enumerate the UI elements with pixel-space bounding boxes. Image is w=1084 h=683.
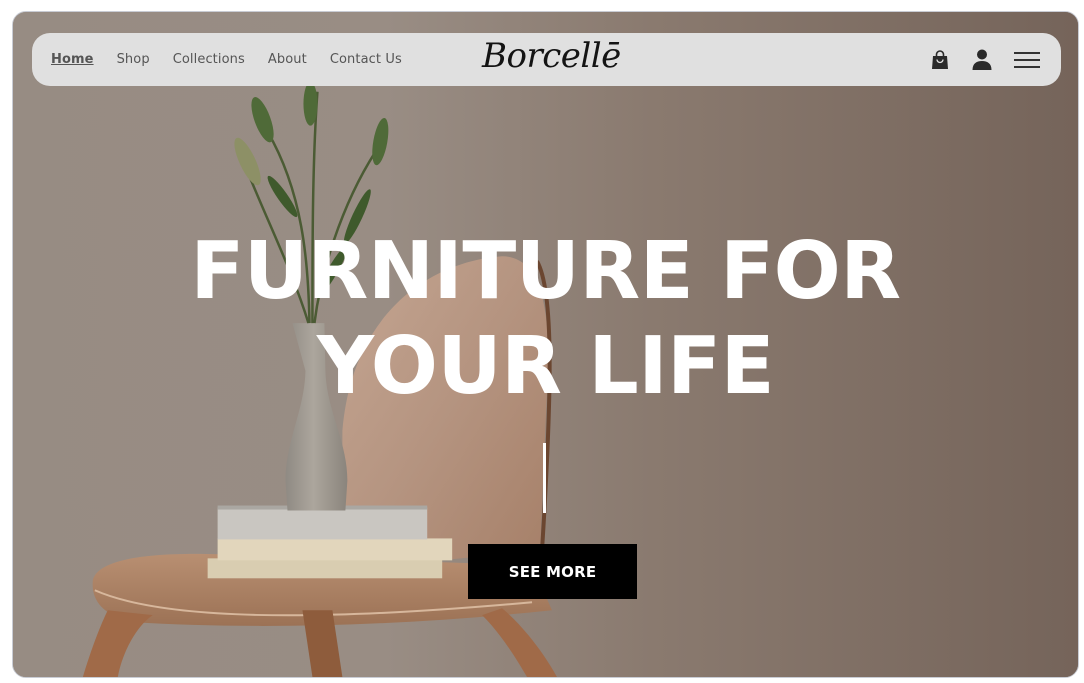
hero-title-line-1: FURNITURE FOR [190, 225, 901, 317]
lily-bud [303, 81, 318, 126]
nav-link-collections[interactable]: Collections [173, 52, 245, 67]
book [217, 538, 453, 561]
see-more-button[interactable]: SEE MORE [468, 544, 637, 599]
user-icon [972, 49, 992, 70]
hero-title-line-2: YOUR LIFE [316, 320, 775, 412]
nav-link-contact-us[interactable]: Contact Us [330, 52, 402, 67]
hamburger-menu-icon [1014, 51, 1040, 68]
nav-links: Home Shop Collections About Contact Us [51, 33, 425, 86]
nav-link-about[interactable]: About [268, 52, 307, 67]
hero-section: Home Shop Collections About Contact Us B… [12, 11, 1079, 678]
book [207, 558, 443, 579]
book [217, 507, 428, 540]
nav-link-home[interactable]: Home [51, 52, 94, 67]
cart-button[interactable] [929, 48, 951, 72]
nav-icons [929, 33, 1041, 86]
hero-title: FURNITURE FOR YOUR LIFE [13, 224, 1078, 414]
navbar: Home Shop Collections About Contact Us B… [32, 33, 1061, 86]
menu-button[interactable] [1013, 48, 1041, 72]
account-button[interactable] [970, 48, 994, 72]
nav-link-shop[interactable]: Shop [117, 52, 150, 67]
brand-logo[interactable]: Borcellē [482, 36, 621, 76]
vertical-divider [543, 443, 546, 513]
shopping-bag-icon [932, 49, 948, 69]
